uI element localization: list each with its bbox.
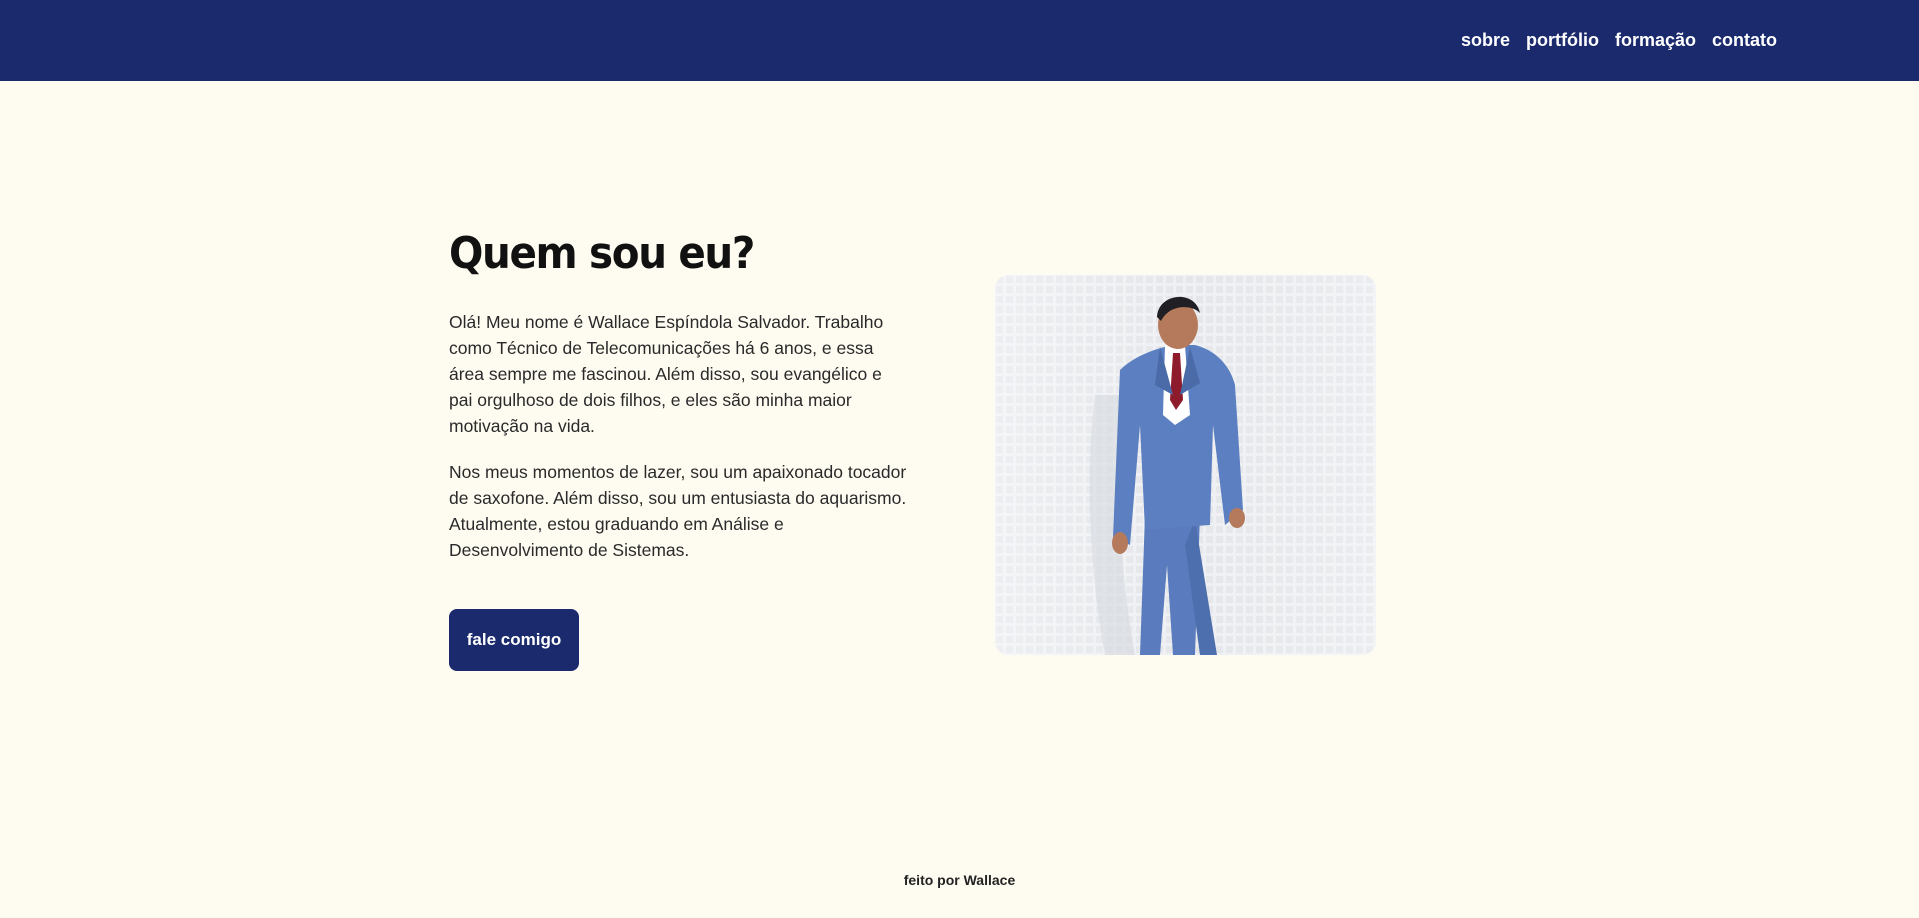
profile-photo-illustration — [995, 275, 1376, 655]
top-navbar: sobre portfólio formação contato — [0, 0, 1919, 81]
footer-credit: feito por Wallace — [903, 872, 1016, 888]
profile-photo — [995, 275, 1376, 655]
about-title: Quem sou eu? — [449, 228, 755, 279]
footer: feito por Wallace — [0, 872, 1919, 888]
about-paragraph-1: Olá! Meu nome é Wallace Espíndola Salvad… — [449, 312, 884, 436]
about-paragraph-2: Nos meus momentos de lazer, sou um apaix… — [449, 462, 907, 560]
contact-me-button[interactable]: fale comigo — [449, 609, 579, 671]
nav-link-contato[interactable]: contato — [1712, 30, 1777, 51]
nav-link-formacao[interactable]: formação — [1615, 30, 1696, 51]
nav-link-portfolio[interactable]: portfólio — [1526, 30, 1599, 51]
main-nav: sobre portfólio formação contato — [1461, 0, 1777, 81]
about-section: Quem sou eu? Olá! Meu nome é Wallace Esp… — [449, 228, 909, 563]
nav-link-sobre[interactable]: sobre — [1461, 30, 1510, 51]
